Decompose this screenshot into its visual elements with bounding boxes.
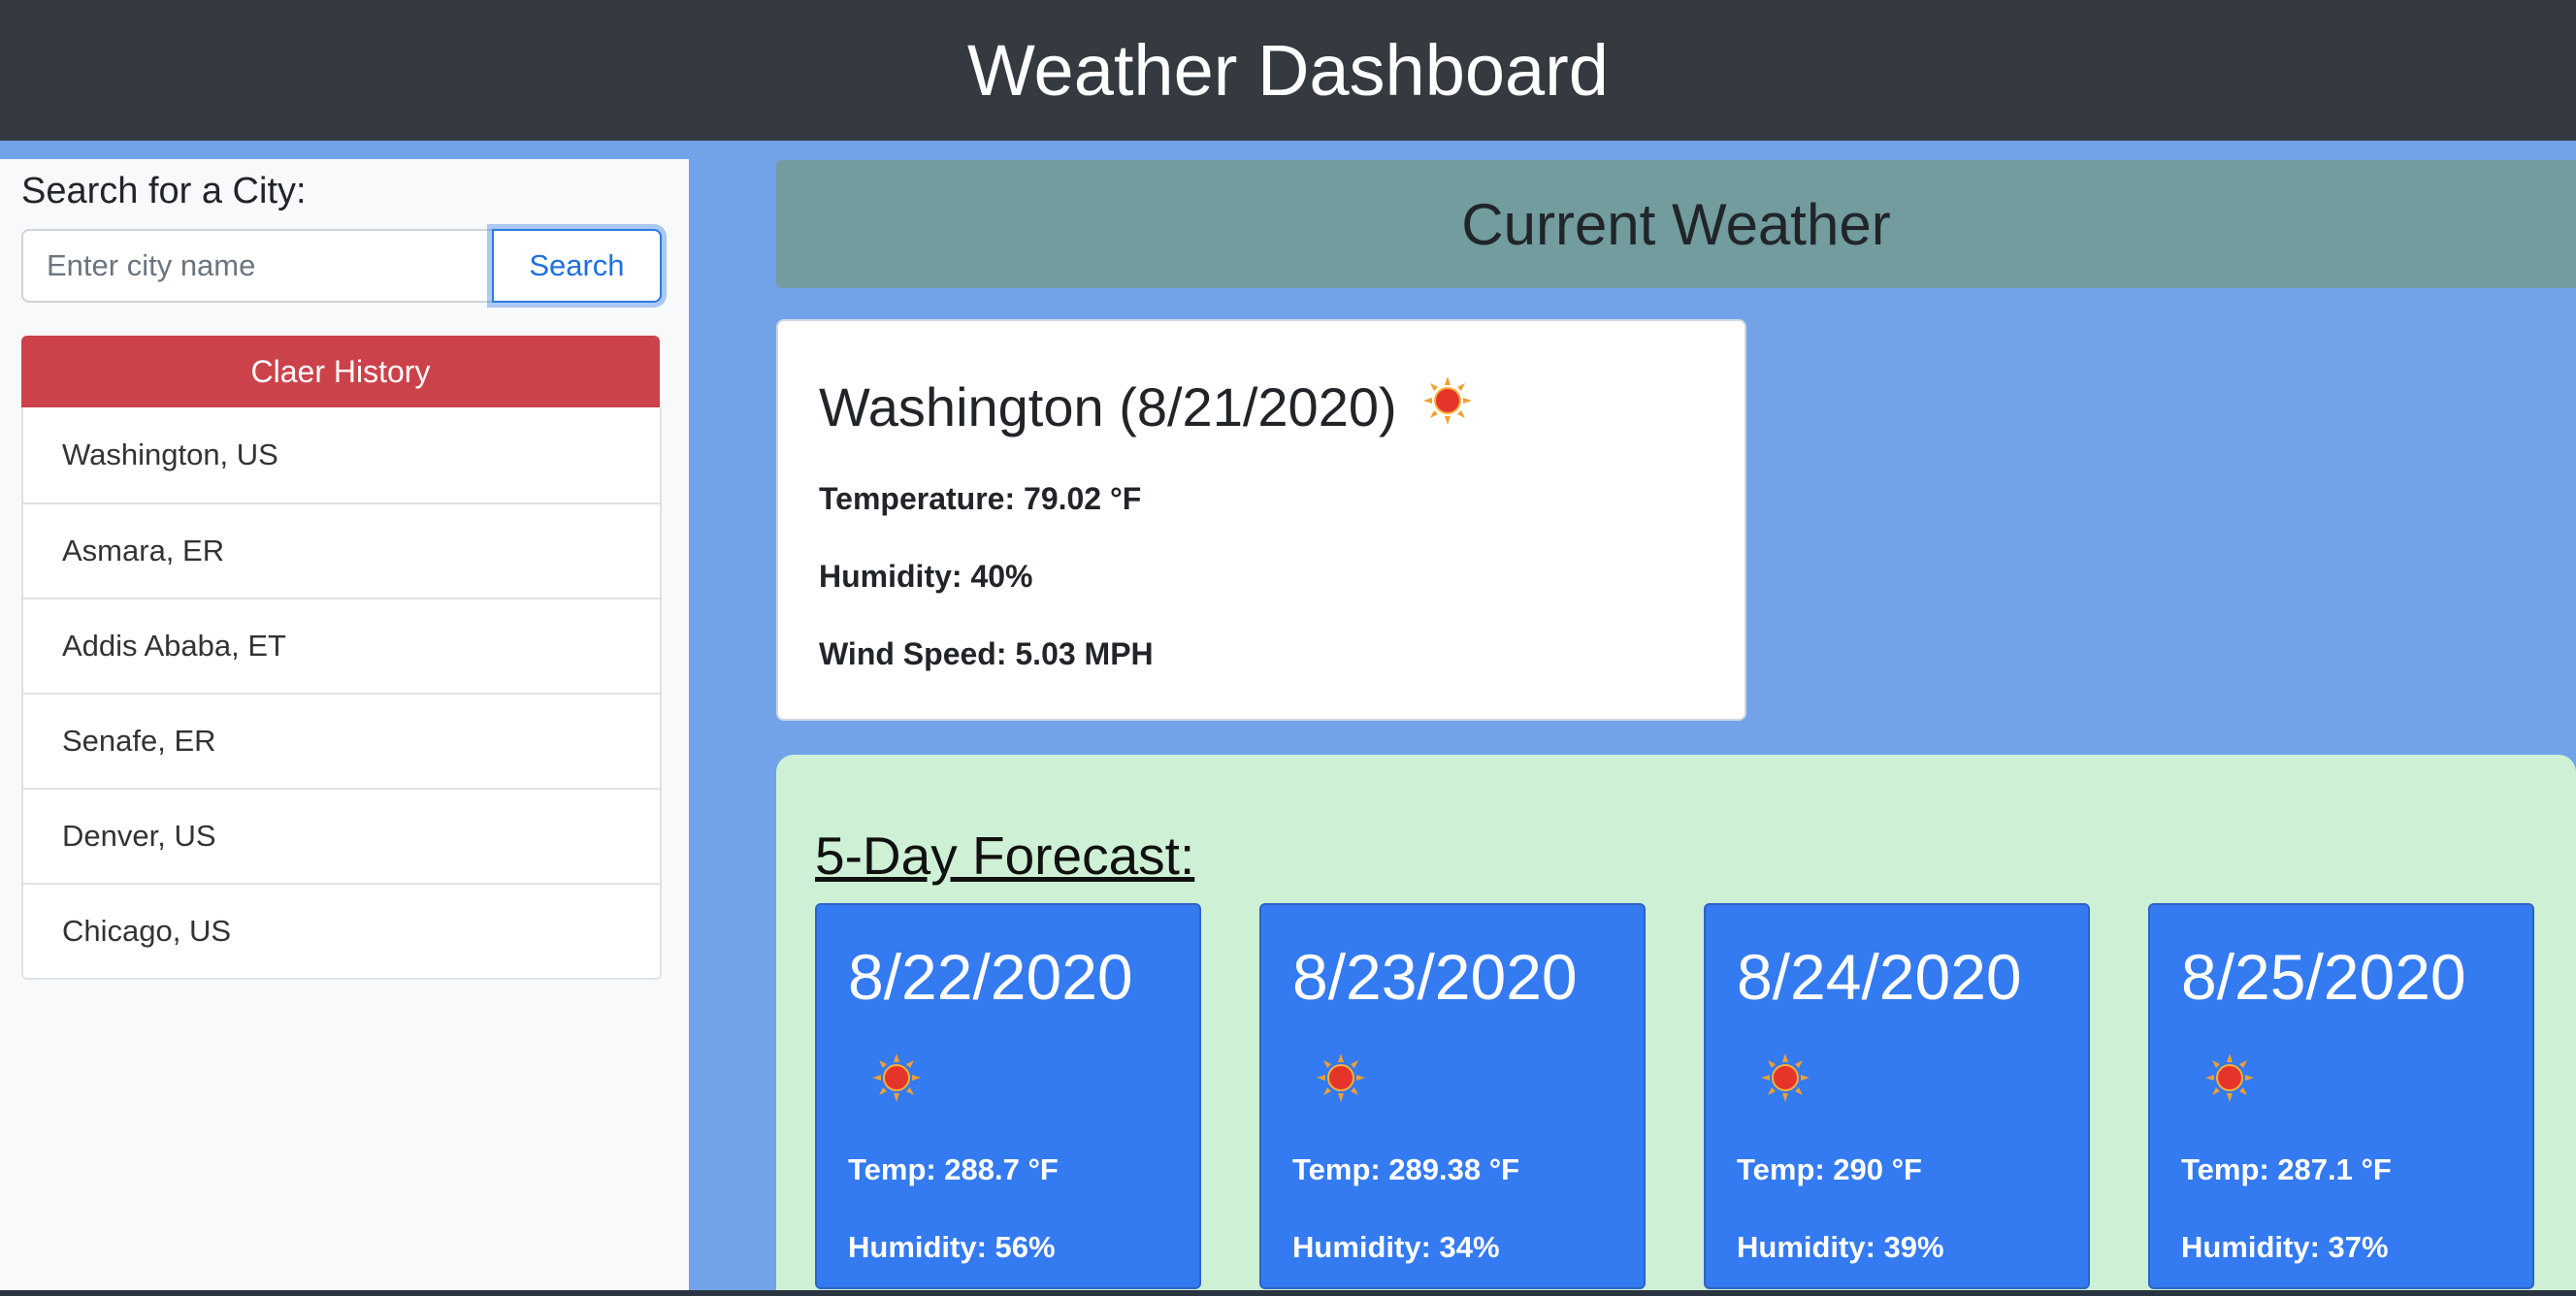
forecast-date: 8/22/2020 xyxy=(848,941,1133,1013)
page-title: Weather Dashboard xyxy=(967,30,1609,111)
forecast-date: 8/23/2020 xyxy=(1292,941,1578,1013)
current-wind-speed: Wind Speed: 5.03 MPH xyxy=(819,636,1154,671)
forecast-card: 8/25/2020 Temp: 287.1 °F Humidity: 37% xyxy=(2148,903,2534,1289)
history-item-addis-ababa[interactable]: Addis Ababa, ET xyxy=(23,598,660,693)
sidebar: Search for a City: Search Claer History … xyxy=(0,159,689,1296)
history-item-washington[interactable]: Washington, US xyxy=(23,407,660,502)
current-weather-card: Washington (8/21/2020) Temperature: 79.0… xyxy=(776,319,1746,721)
forecast-humidity: Humidity: 37% xyxy=(2181,1230,2389,1264)
forecast-title: 5-Day Forecast: xyxy=(815,826,1195,886)
forecast-date: 8/24/2020 xyxy=(1737,941,2022,1013)
current-city-date: Washington (8/21/2020) xyxy=(819,376,1397,437)
forecast-temp: Temp: 290 °F xyxy=(1737,1152,1922,1186)
forecast-panel: 5-Day Forecast: 8/22/2020 Temp: 288.7 °F… xyxy=(776,755,2576,1296)
sun-icon xyxy=(871,1053,922,1108)
forecast-card: 8/23/2020 Temp: 289.38 °F Humidity: 34% xyxy=(1259,903,1646,1289)
sun-icon xyxy=(1760,1053,1810,1108)
current-weather-heading: Current Weather xyxy=(1461,191,1891,257)
forecast-temp: Temp: 288.7 °F xyxy=(848,1152,1059,1186)
search-label: Search for a City: xyxy=(21,171,307,211)
bottom-edge xyxy=(0,1290,2576,1296)
current-humidity: Humidity: 40% xyxy=(819,559,1033,594)
current-temperature: Temperature: 79.02 °F xyxy=(819,481,1142,516)
forecast-card: 8/22/2020 Temp: 288.7 °F Humidity: 56% xyxy=(815,903,1201,1289)
city-search-input[interactable] xyxy=(21,229,492,303)
forecast-humidity: Humidity: 56% xyxy=(848,1230,1056,1264)
history-item-chicago[interactable]: Chicago, US xyxy=(23,883,660,978)
search-history-list: Washington, US Asmara, ER Addis Ababa, E… xyxy=(21,407,662,980)
current-weather-header: Current Weather xyxy=(776,160,2576,288)
forecast-temp: Temp: 289.38 °F xyxy=(1292,1152,1520,1186)
clear-history-button[interactable]: Claer History xyxy=(21,336,660,407)
sun-icon xyxy=(2204,1053,2255,1108)
history-item-senafe[interactable]: Senafe, ER xyxy=(23,693,660,788)
forecast-date: 8/25/2020 xyxy=(2181,941,2466,1013)
sun-icon xyxy=(1422,375,1473,438)
history-item-asmara[interactable]: Asmara, ER xyxy=(23,502,660,598)
current-city-title: Washington (8/21/2020) xyxy=(819,375,1473,438)
top-header: Weather Dashboard xyxy=(0,0,2576,141)
forecast-humidity: Humidity: 39% xyxy=(1737,1230,1944,1264)
history-item-denver[interactable]: Denver, US xyxy=(23,788,660,883)
search-button[interactable]: Search xyxy=(491,229,662,303)
search-row: Search xyxy=(21,229,662,303)
forecast-temp: Temp: 287.1 °F xyxy=(2181,1152,2392,1186)
sun-icon xyxy=(1316,1053,1366,1108)
forecast-card: 8/24/2020 Temp: 290 °F Humidity: 39% xyxy=(1704,903,2090,1289)
forecast-humidity: Humidity: 34% xyxy=(1292,1230,1500,1264)
